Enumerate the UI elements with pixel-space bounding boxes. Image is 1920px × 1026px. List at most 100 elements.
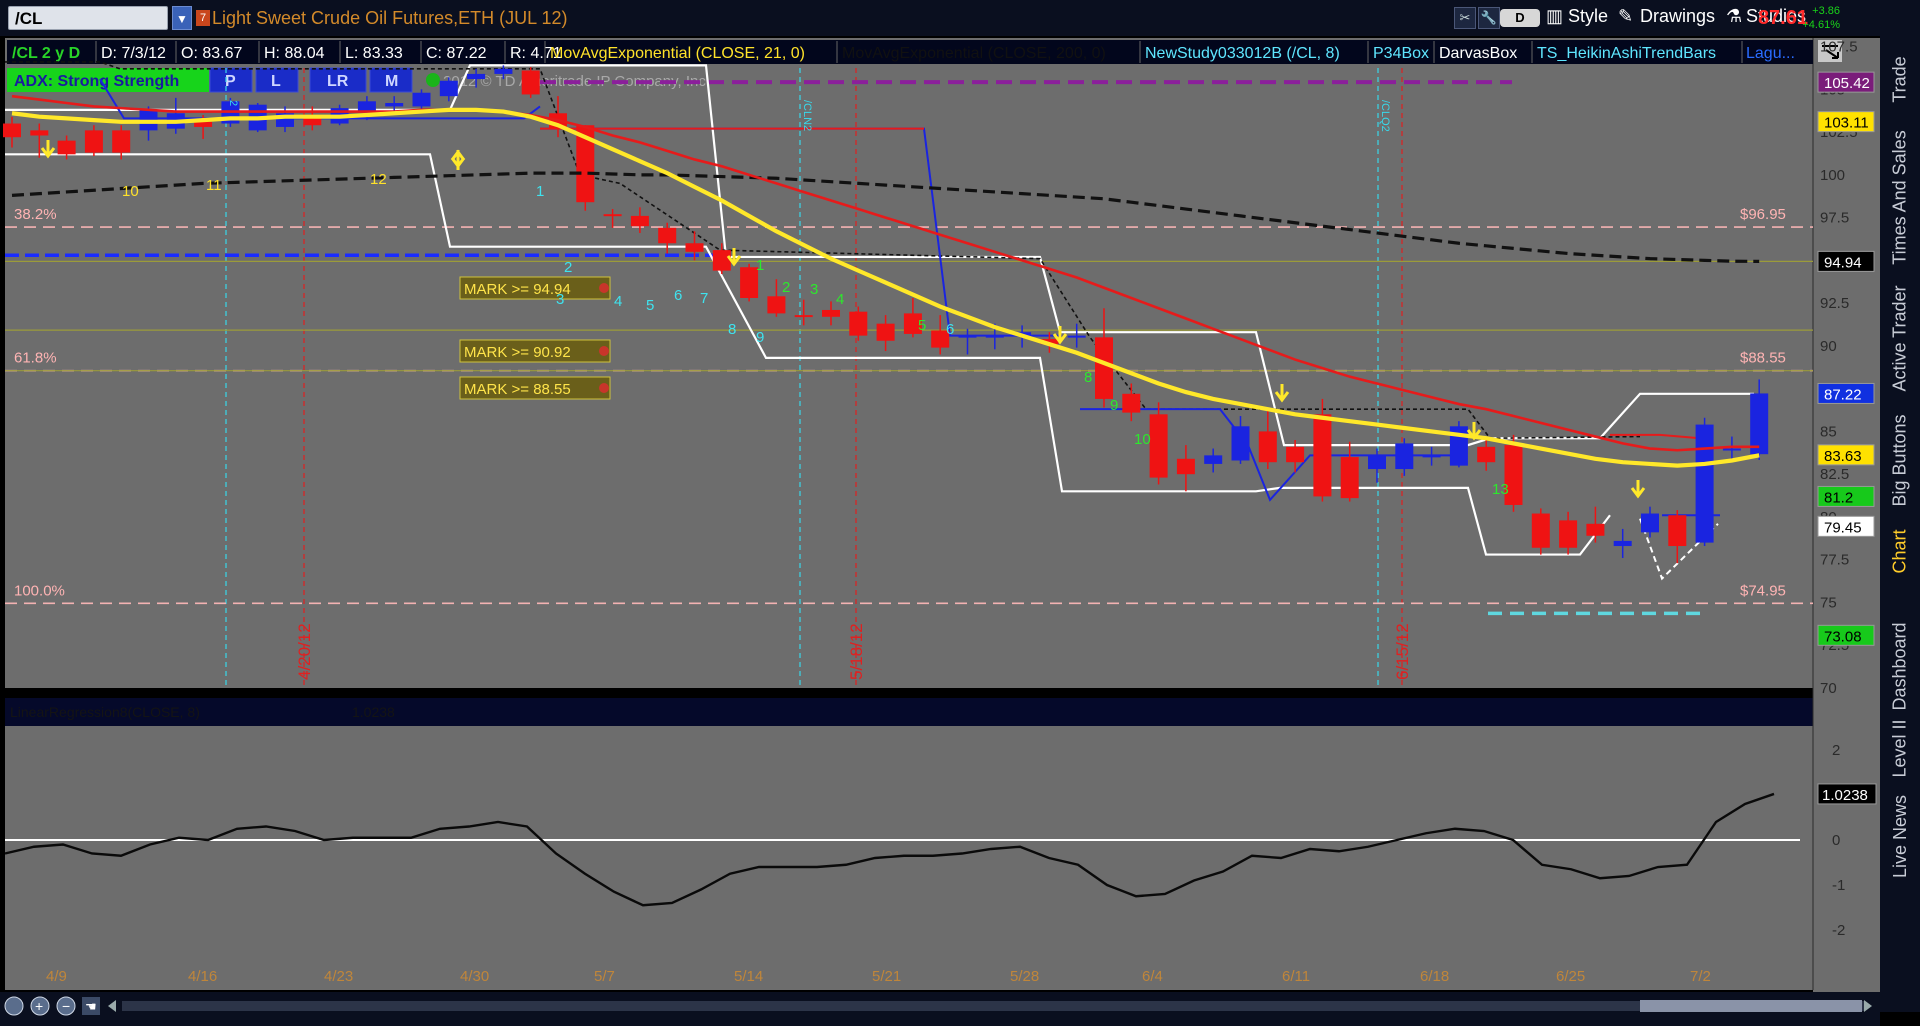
fib-pct-label: 100.0% — [14, 582, 65, 599]
pan-hand-icon[interactable]: ☚ — [82, 997, 100, 1015]
studies-icon[interactable]: ⚗ — [1726, 6, 1742, 27]
chart-area[interactable]: /CL 2 y D D: 7/3/12 O: 83.67 H: 88.04 L:… — [0, 36, 1880, 1026]
price-tick: 97.5 — [1820, 210, 1849, 227]
mark-close-icon[interactable] — [599, 283, 609, 293]
adx-button-m[interactable]: M — [385, 73, 398, 90]
count-label-yellow: 12 — [370, 171, 387, 188]
scroll-left-icon[interactable] — [108, 1000, 116, 1012]
fib-pct-label: 61.8% — [14, 350, 57, 367]
date-tick: 5/14 — [734, 968, 763, 985]
symbol-input[interactable]: /CL — [8, 6, 168, 30]
price-tick: 90 — [1820, 338, 1837, 355]
sidebar-tab-times-and-sales[interactable]: Times And Sales — [1880, 122, 1920, 272]
adx-button-p[interactable]: P — [225, 73, 236, 90]
date-tick: 6/11 — [1282, 968, 1310, 985]
study-newstudy[interactable]: NewStudy033012B (/CL, 8) — [1145, 45, 1340, 62]
price-badge: 103.11 — [1824, 115, 1869, 132]
candle-body — [30, 130, 49, 136]
price-badge: 81.2 — [1824, 489, 1853, 506]
adx-button-lr[interactable]: LR — [327, 73, 349, 90]
fib-price-label: $88.55 — [1740, 350, 1786, 367]
mark-close-icon[interactable] — [599, 383, 609, 393]
price-badge: 105.42 — [1824, 75, 1870, 92]
date-tick: 6/25 — [1556, 968, 1585, 985]
adx-button-l[interactable]: L — [271, 73, 281, 90]
zoom-out-icon[interactable]: − — [56, 996, 76, 1016]
scrollbar-track[interactable] — [122, 1001, 1864, 1011]
lower-tick: 2 — [1832, 742, 1840, 759]
price-badge: 79.45 — [1824, 519, 1862, 536]
symbol-dropdown-button[interactable]: ▼ — [172, 6, 192, 30]
price-tick: 70 — [1820, 680, 1837, 697]
scrollbar-thumb[interactable] — [1640, 1000, 1862, 1012]
count-label-green: 1 — [756, 257, 764, 274]
wrench-icon[interactable]: 🔧 — [1478, 7, 1500, 29]
candle-body — [1067, 335, 1086, 338]
sidebar-tab-big-buttons[interactable]: Big Buttons — [1880, 404, 1920, 516]
date-tick: 4/9 — [46, 968, 67, 985]
count-label-green: 2 — [782, 279, 790, 296]
cyan-line-label: /CLQ2 — [1379, 100, 1391, 132]
date-tick: 5/21 — [872, 968, 901, 985]
candle-body — [385, 103, 404, 107]
candle-body — [1258, 431, 1277, 463]
zoom-in-icon[interactable]: + — [30, 996, 50, 1016]
drawings-icon[interactable]: ✎ — [1618, 6, 1633, 27]
study-p34box[interactable]: P34Box — [1373, 45, 1429, 62]
candle-body — [1613, 540, 1632, 547]
info-low: L: 83.33 — [345, 45, 403, 62]
tools-icon[interactable]: ✂ — [1454, 7, 1476, 29]
sidebar-tab-dashboard[interactable]: Dashboard — [1880, 622, 1920, 710]
sidebar-tab-live-news[interactable]: Live News — [1880, 786, 1920, 886]
candle-body — [57, 140, 76, 155]
count-label-cyan: 1 — [536, 183, 544, 200]
candle-body — [1559, 520, 1578, 548]
date-tick: 4/23 — [324, 968, 353, 985]
sidebar-tab-trade[interactable]: Trade — [1880, 36, 1920, 122]
top-toolbar: /CL ▼ 7 Light Sweet Crude Oil Futures,ET… — [0, 0, 1920, 37]
alert-icon[interactable]: 7 — [196, 10, 210, 26]
svg-text:+: + — [35, 998, 43, 1014]
timeframe-d-button[interactable]: D — [1500, 9, 1540, 27]
study-laguerre[interactable]: Lagu... — [1746, 45, 1795, 62]
lower-badge: 1.0238 — [1822, 787, 1868, 804]
style-icon[interactable]: ▥ — [1546, 6, 1563, 27]
fib-price-label: $96.95 — [1740, 206, 1786, 223]
candle-body — [1368, 455, 1386, 470]
sidebar-tab-label: Level II — [1889, 718, 1910, 778]
style-menu[interactable]: Style — [1568, 6, 1608, 27]
sidebar-tab-active-trader[interactable]: Active Trader — [1880, 272, 1920, 404]
study-ema21[interactable]: MovAvgExponential (CLOSE, 21, 0) — [550, 45, 805, 62]
candle-body — [1340, 457, 1359, 499]
mark-label: MARK >= 94.94 — [464, 281, 571, 298]
drawings-menu[interactable]: Drawings — [1640, 6, 1715, 27]
study-darvasbox[interactable]: DarvasBox — [1439, 45, 1517, 62]
zoom-fit-icon[interactable] — [4, 996, 24, 1016]
candle-body — [1668, 515, 1687, 547]
candle-body — [467, 73, 486, 80]
date-tick: 5/7 — [594, 968, 615, 985]
count-label-cyan: 2 — [564, 259, 572, 276]
date-tick: 7/2 — [1690, 968, 1711, 985]
scroll-right-icon[interactable] — [1864, 1000, 1872, 1012]
lower-tick: -2 — [1832, 922, 1845, 939]
candle-body — [1722, 448, 1741, 451]
count-label-green: 8 — [1084, 369, 1092, 386]
sidebar-tab-chart[interactable]: Chart — [1880, 516, 1920, 586]
mark-close-icon[interactable] — [599, 346, 609, 356]
price-tick: 85 — [1820, 423, 1837, 440]
count-label-green: 3 — [810, 281, 818, 298]
candle-body — [794, 315, 813, 318]
info-date: D: 7/3/12 — [101, 45, 166, 62]
red-date-label: 5/18/12 — [847, 623, 866, 680]
study-ema200[interactable]: MovAvgExponential (CLOSE, 200, 0) — [842, 45, 1106, 62]
fib-pct-label: 38.2% — [14, 206, 57, 223]
lower-tick: 0 — [1832, 832, 1840, 849]
sidebar-tab-level-ii[interactable]: Level II — [1880, 710, 1920, 786]
count-label-green: 4 — [836, 291, 844, 308]
price-badge: 87.22 — [1824, 386, 1862, 403]
candle-body — [849, 311, 868, 336]
candle-body — [1641, 513, 1659, 533]
study-heikinashi[interactable]: TS_HeikinAshiTrendBars — [1537, 45, 1716, 62]
candle-body — [112, 130, 131, 153]
